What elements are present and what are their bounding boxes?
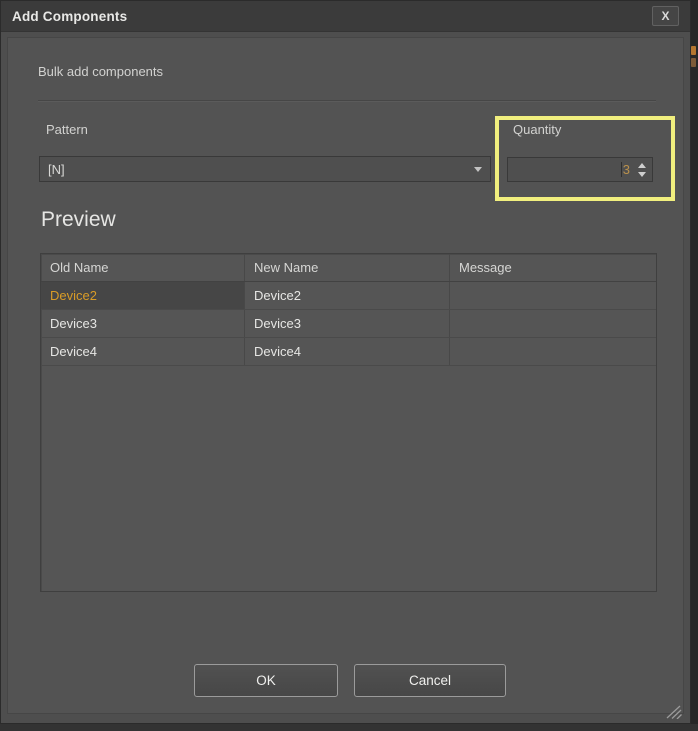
cell-old-name[interactable]: Device2: [41, 282, 245, 309]
close-icon: X: [661, 9, 669, 23]
background-icon-fragment: [691, 46, 696, 55]
text-cursor: [621, 162, 622, 177]
cell-message[interactable]: [450, 310, 656, 337]
pattern-value: [N]: [48, 162, 65, 177]
background-icon-fragment: [691, 58, 696, 67]
add-components-dialog: Add Components X Bulk add components Pat…: [0, 0, 691, 724]
divider: [38, 100, 656, 102]
quantity-value: 3: [623, 162, 630, 177]
table-row[interactable]: Device3 Device3: [41, 310, 656, 338]
cell-message[interactable]: [450, 338, 656, 365]
background-bottom-edge: [0, 724, 698, 731]
quantity-label: Quantity: [513, 122, 561, 137]
screen: Add Components X Bulk add components Pat…: [0, 0, 698, 731]
cell-old-name[interactable]: Device4: [41, 338, 245, 365]
cell-message[interactable]: [450, 282, 656, 309]
spin-down-icon[interactable]: [638, 172, 646, 177]
preview-table: Old Name New Name Message Device2 Device…: [40, 253, 657, 592]
dialog-content: Bulk add components Pattern [N] Quantity…: [7, 37, 684, 714]
dialog-titlebar[interactable]: Add Components X: [1, 1, 690, 32]
table-row[interactable]: Device4 Device4: [41, 338, 656, 366]
cell-new-name[interactable]: Device3: [245, 310, 450, 337]
quantity-stepper[interactable]: [634, 163, 650, 177]
background-app-edge: [690, 0, 698, 731]
cell-new-name[interactable]: Device4: [245, 338, 450, 365]
quantity-input[interactable]: 3: [507, 157, 653, 182]
cancel-button[interactable]: Cancel: [354, 664, 506, 697]
cell-new-name[interactable]: Device2: [245, 282, 450, 309]
column-header-old-name: Old Name: [41, 254, 245, 281]
column-header-new-name: New Name: [245, 254, 450, 281]
table-row[interactable]: Device2 Device2: [41, 282, 656, 310]
resize-grip-icon[interactable]: [666, 705, 682, 719]
dialog-title: Add Components: [12, 9, 127, 24]
chevron-down-icon: [474, 167, 482, 172]
column-header-message: Message: [450, 254, 656, 281]
bulk-add-components-label: Bulk add components: [38, 64, 163, 79]
ok-button[interactable]: OK: [194, 664, 338, 697]
pattern-dropdown[interactable]: [N]: [39, 156, 491, 182]
spin-up-icon[interactable]: [638, 163, 646, 168]
pattern-label: Pattern: [46, 122, 88, 137]
preview-heading: Preview: [41, 208, 116, 232]
close-button[interactable]: X: [652, 6, 679, 26]
cell-old-name[interactable]: Device3: [41, 310, 245, 337]
table-header-row: Old Name New Name Message: [41, 254, 656, 282]
